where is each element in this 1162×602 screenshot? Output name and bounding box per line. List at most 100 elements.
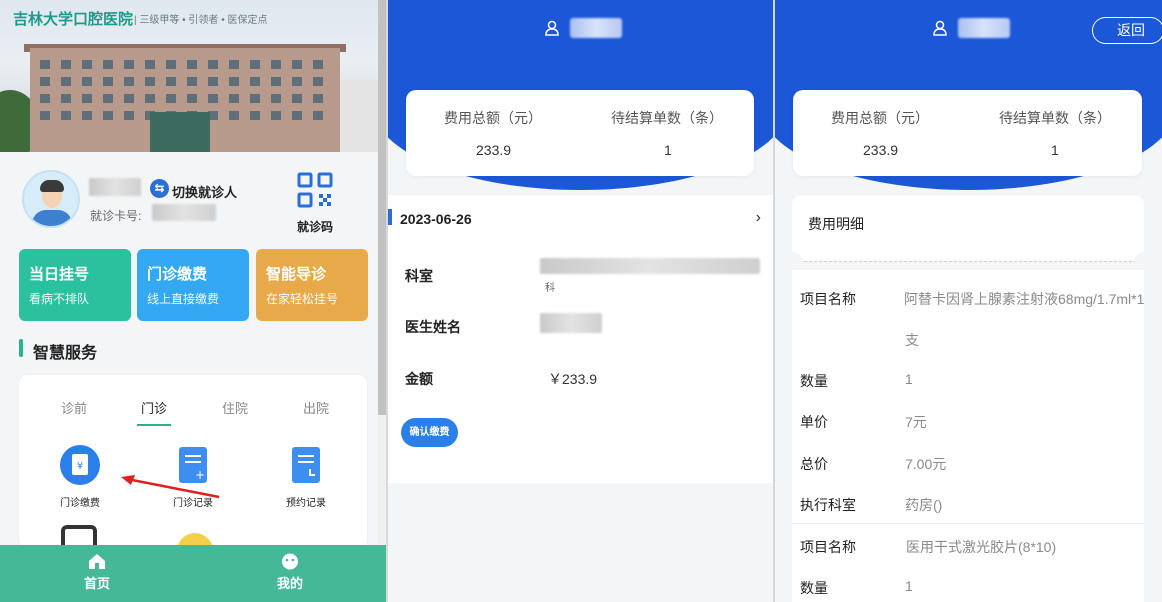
avatar[interactable]: [22, 170, 80, 228]
building-window: [82, 111, 92, 120]
building-window: [208, 77, 218, 86]
building-window: [103, 111, 113, 120]
building-window: [271, 111, 281, 120]
fee-detail-list: 项目名称 阿替卡因肾上腺素注射液68mg/1.7ml*1 支 数量 1 单价 7…: [792, 270, 1144, 602]
scrollbar-thumb[interactable]: [378, 0, 386, 415]
quantity-label: 数量: [800, 580, 828, 596]
confirm-pay-button[interactable]: 确认缴费: [401, 418, 458, 447]
building-window: [313, 77, 323, 86]
building-window: [124, 60, 134, 69]
bill-card[interactable]: 2023-06-26 › 科室 科 医生姓名 金额 ￥233.9 确认缴费: [388, 195, 773, 483]
tile-same-day-registration[interactable]: 当日挂号 看病不排队: [19, 249, 131, 321]
chevron-right-icon[interactable]: ›: [756, 209, 761, 227]
patient-name-blurred: [89, 178, 141, 196]
building-window: [250, 94, 260, 103]
switch-icon[interactable]: ⇆: [150, 179, 169, 198]
item-name-value: 医用干式激光胶片(8*10): [906, 539, 1057, 555]
user-name-blurred: [958, 18, 1010, 38]
item-name-label: 项目名称: [800, 291, 856, 307]
visit-code-label[interactable]: 就诊码: [297, 218, 333, 235]
building-window: [271, 60, 281, 69]
building-window: [292, 60, 302, 69]
tile-subtitle: 在家轻松挂号: [266, 292, 339, 306]
pending-bills-screen: 费用总额（元） 233.9 待结算单数（条） 1 2023-06-26 › 科室…: [388, 0, 773, 602]
tile-title: 当日挂号: [29, 266, 90, 283]
bottom-nav: 首页 我的: [0, 545, 386, 602]
pending-count-value: 1: [1051, 142, 1059, 158]
building-window: [250, 77, 260, 86]
svg-text:¥: ¥: [77, 461, 83, 472]
active-tab-indicator: [137, 424, 171, 426]
building-window: [124, 94, 134, 103]
building-window: [166, 94, 176, 103]
building-window: [82, 60, 92, 69]
side-building: [340, 80, 378, 152]
quantity-value: 1: [905, 578, 913, 594]
total-fee-label: 费用总额（元）: [831, 110, 929, 126]
building-window: [229, 77, 239, 86]
service-appointment-records[interactable]: 预约记录: [266, 445, 346, 509]
amount-label: 金额: [405, 371, 433, 387]
nav-mine[interactable]: 我的: [250, 553, 330, 592]
building-window: [313, 60, 323, 69]
building-window: [145, 77, 155, 86]
tab-inpatient[interactable]: 住院: [222, 398, 248, 417]
building-window: [166, 60, 176, 69]
total-price-label: 总价: [800, 456, 828, 472]
tab-outpatient[interactable]: 门诊: [141, 398, 167, 417]
building-window: [82, 94, 92, 103]
department-tail: 科: [545, 283, 555, 294]
building-window: [187, 94, 197, 103]
building-window: [103, 77, 113, 86]
department-value-blurred: [540, 258, 760, 274]
tab-pre-visit[interactable]: 诊前: [61, 398, 87, 417]
building-window: [40, 111, 50, 120]
total-fee-value: 233.9: [476, 142, 512, 158]
user-icon: [933, 20, 947, 36]
back-button[interactable]: 返回: [1092, 17, 1162, 44]
tile-outpatient-payment[interactable]: 门诊缴费 线上直接缴费: [137, 249, 249, 321]
fee-detail-title: 费用明细: [808, 216, 864, 232]
tile-subtitle: 看病不排队: [29, 292, 90, 306]
building-window: [103, 94, 113, 103]
nav-home[interactable]: 首页: [57, 553, 137, 592]
card-number-blurred: [152, 204, 216, 221]
building-window: [229, 111, 239, 120]
tile-subtitle: 线上直接缴费: [147, 292, 220, 306]
ticket-notch: [1135, 252, 1153, 270]
building-window: [82, 77, 92, 86]
home-screen: 吉林大学口腔医院 | 三级甲等 • 引领者 • 医保定点 ⇆ 切换就诊人 就诊卡…: [0, 0, 386, 602]
building-window: [187, 60, 197, 69]
bill-date: 2023-06-26: [400, 211, 472, 227]
user-icon: [545, 20, 559, 36]
fee-detail-screen: 返回 费用总额（元） 233.9 待结算单数（条） 1 费用明细 项目名称 阿替…: [775, 0, 1162, 602]
tab-discharge[interactable]: 出院: [303, 398, 329, 417]
item-name-label: 项目名称: [800, 539, 856, 555]
section-marker: [19, 339, 23, 357]
building-window: [313, 111, 323, 120]
item-name-value-cont: 支: [905, 332, 919, 348]
services-panel: 诊前 门诊 住院 出院 ¥ 门诊缴费 + 门诊记录 预约记录: [18, 374, 368, 569]
building-window: [124, 111, 134, 120]
payment-icon: ¥: [60, 445, 100, 485]
building-window: [40, 94, 50, 103]
building-window: [40, 60, 50, 69]
building-window: [292, 77, 302, 86]
nav-mine-label: 我的: [276, 576, 303, 591]
qr-code-icon[interactable]: [297, 172, 333, 208]
service-outpatient-payment[interactable]: ¥ 门诊缴费: [40, 445, 120, 509]
pending-count-value: 1: [664, 142, 672, 158]
building-window: [271, 94, 281, 103]
service-label: 门诊缴费: [60, 498, 100, 509]
building-window: [166, 77, 176, 86]
tile-smart-guide[interactable]: 智能导诊 在家轻松挂号: [256, 249, 368, 321]
building-window: [313, 94, 323, 103]
building-window: [208, 60, 218, 69]
pending-count-label: 待结算单数（条）: [999, 110, 1111, 126]
total-fee-value: 233.9: [863, 142, 899, 158]
building-window: [103, 60, 113, 69]
switch-patient-button[interactable]: 切换就诊人: [172, 182, 237, 201]
building-window: [124, 77, 134, 86]
dashed-divider: [799, 261, 1137, 262]
item-separator: [792, 523, 1144, 524]
